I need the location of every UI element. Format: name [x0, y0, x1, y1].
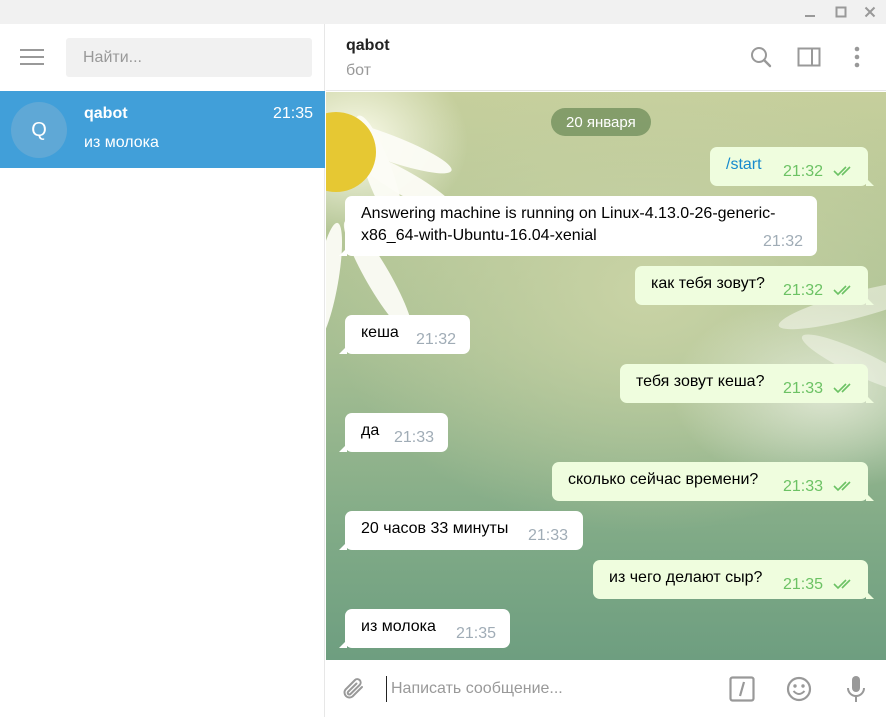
message-text: /start — [726, 156, 762, 173]
chat-name: qabot — [84, 105, 128, 122]
read-check-icon — [833, 285, 851, 296]
incoming-message[interactable]: да 21:33 — [339, 413, 448, 452]
message-time: 21:32 — [763, 233, 804, 250]
maximize-icon[interactable] — [829, 0, 853, 24]
chat-list-panel: Q qabot 21:35 из молока — [0, 24, 325, 717]
message-time: 21:35 — [783, 576, 824, 593]
message-text: 20 часов 33 минуты — [361, 520, 509, 537]
chat-subtitle: бот — [346, 62, 372, 79]
message-text-line: Answering machine is running on Linux-4.… — [361, 205, 776, 222]
message-time: 21:33 — [783, 380, 824, 397]
read-check-icon — [833, 383, 851, 394]
close-icon[interactable] — [858, 0, 882, 24]
search-input[interactable] — [83, 48, 295, 67]
message-text: сколько сейчас времени? — [568, 471, 759, 488]
message-time: 21:32 — [783, 163, 824, 180]
chat-time: 21:35 — [272, 105, 313, 122]
message-text: тебя зовут кеша? — [636, 373, 765, 390]
outgoing-message[interactable]: как тебя зовут? 21:32 — [635, 266, 874, 305]
message-text: из молока — [361, 618, 436, 635]
message-text: из чего делают сыр? — [609, 569, 763, 586]
sidebar-toggle-icon[interactable] — [793, 41, 825, 73]
chat-preview: из молока — [84, 134, 159, 151]
outgoing-message[interactable]: /start 21:32 — [710, 147, 874, 186]
incoming-message[interactable]: Answering machine is running on Linux-4.… — [339, 196, 817, 256]
emoji-icon[interactable] — [783, 673, 815, 705]
message-text: как тебя зовут? — [651, 275, 765, 292]
search-icon[interactable] — [745, 41, 777, 73]
read-check-icon — [833, 166, 851, 177]
menu-icon[interactable] — [12, 42, 52, 72]
chat-title[interactable]: qabot — [346, 37, 390, 55]
title-bar — [0, 0, 886, 24]
message-time: 21:33 — [783, 478, 824, 495]
microphone-icon[interactable] — [840, 673, 872, 705]
message-text-line: x86_64-with-Ubuntu-16.04-xenial — [361, 227, 597, 244]
date-separator: 20 января — [551, 108, 651, 136]
message-time: 21:35 — [456, 625, 497, 642]
chat-header: qabot бот — [326, 24, 886, 91]
read-check-icon — [833, 481, 851, 492]
more-vertical-icon[interactable] — [841, 41, 873, 73]
outgoing-message[interactable]: тебя зовут кеша? 21:33 — [620, 364, 874, 403]
incoming-message[interactable]: кеша 21:32 — [339, 315, 470, 354]
outgoing-message[interactable]: сколько сейчас времени? 21:33 — [552, 462, 874, 501]
message-text: да — [361, 422, 380, 439]
avatar: Q — [11, 102, 67, 158]
message-time: 21:33 — [394, 429, 435, 446]
message-text: кеша — [361, 324, 399, 341]
read-check-icon — [833, 579, 851, 590]
incoming-message[interactable]: из молока 21:35 — [339, 609, 510, 648]
message-time: 21:32 — [783, 282, 824, 299]
message-time: 21:32 — [416, 331, 457, 348]
minimize-icon[interactable] — [798, 0, 822, 24]
message-composer — [326, 660, 886, 717]
message-history[interactable]: 20 января /start 21:32 Answering machine… — [326, 92, 886, 660]
message-time: 21:33 — [528, 527, 569, 544]
search-box[interactable] — [66, 38, 312, 77]
outgoing-message[interactable]: из чего делают сыр? 21:35 — [593, 560, 874, 599]
attach-icon[interactable] — [338, 673, 370, 705]
incoming-message[interactable]: 20 часов 33 минуты 21:33 — [339, 511, 583, 550]
bot-command-icon[interactable] — [726, 673, 758, 705]
message-input[interactable] — [386, 676, 716, 702]
chat-list-item-qabot[interactable]: Q qabot 21:35 из молока — [0, 91, 325, 168]
